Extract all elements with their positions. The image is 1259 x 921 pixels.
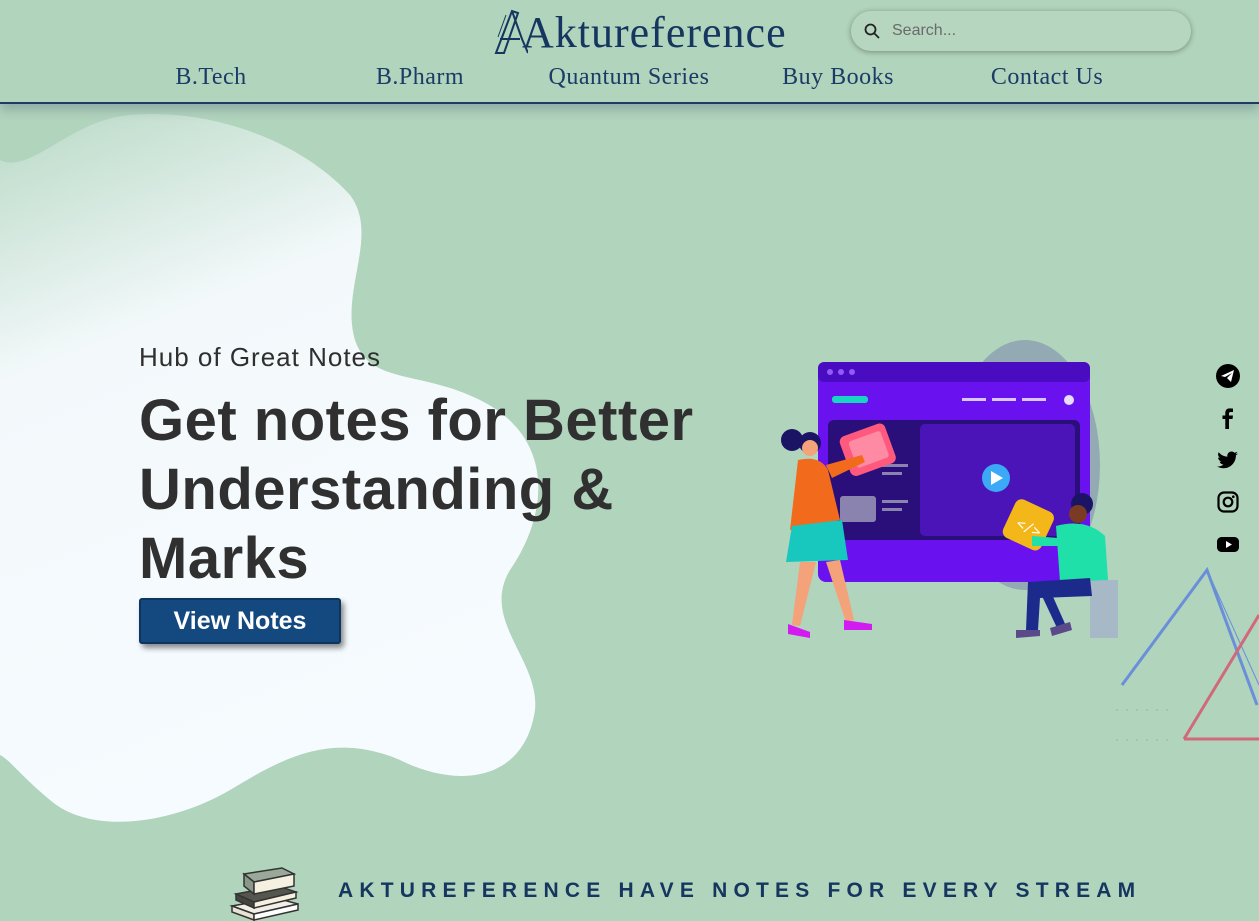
decorative-triangles [1116,566,1259,741]
youtube-icon[interactable] [1215,531,1241,557]
hero-illustration: </> [781,340,1118,638]
view-notes-button[interactable]: View Notes [139,598,341,644]
stream-banner: AKTUREFERENCE HAVE NOTES FOR EVERY STREA… [0,850,1259,921]
site-header: Aktureference B.Tech B.Pharm Quantum Ser… [0,0,1259,104]
site-logo[interactable]: Aktureference [492,4,787,60]
nav-item-quantum-series[interactable]: Quantum Series [549,64,710,91]
books-icon [229,867,299,921]
telegram-icon[interactable] [1215,363,1241,389]
search-box [851,11,1191,51]
main-nav: B.Tech B.Pharm Quantum Series Buy Books … [0,64,1259,100]
search-icon[interactable] [864,23,880,39]
hero-subtitle: Hub of Great Notes [139,342,381,372]
instagram-icon[interactable] [1215,489,1241,515]
stream-tagline: AKTUREFERENCE HAVE NOTES FOR EVERY STREA… [338,879,1142,902]
nav-item-btech[interactable]: B.Tech [175,64,246,91]
logo-text: Aktureference [522,7,787,57]
nav-item-bpharm[interactable]: B.Pharm [376,64,464,91]
search-input[interactable] [890,21,1174,41]
facebook-icon[interactable] [1215,405,1241,431]
hero-title: Get notes for Better Understanding & Mar… [139,388,694,591]
nav-item-buy-books[interactable]: Buy Books [782,64,894,91]
social-links [1215,363,1241,573]
nav-item-contact-us[interactable]: Contact Us [991,64,1103,91]
twitter-icon[interactable] [1215,447,1241,473]
